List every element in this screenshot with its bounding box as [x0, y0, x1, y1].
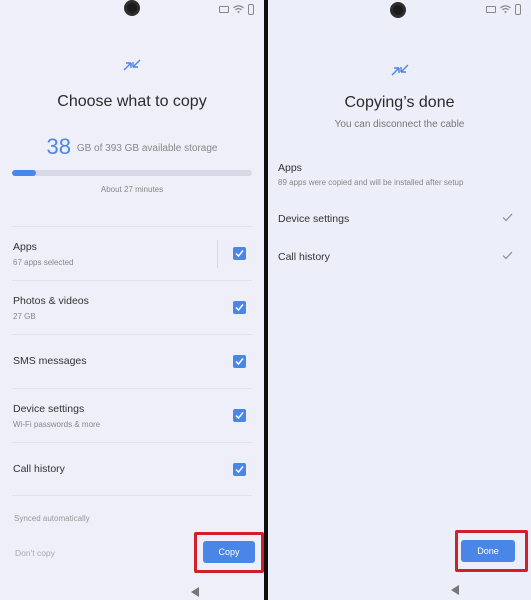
copied-label: Device settings: [278, 213, 350, 225]
page-title: Copying’s done: [344, 94, 455, 111]
dont-copy-button[interactable]: Don't copy: [15, 548, 55, 558]
checkbox-checked-icon[interactable]: [233, 355, 246, 368]
battery-icon: ​: [248, 4, 254, 15]
back-nav-icon[interactable]: [191, 587, 199, 597]
option-label: Call history: [13, 463, 65, 475]
copied-items-list: Apps 89 apps were copied and will be ins…: [278, 162, 518, 289]
transfer-arrows-icon: [123, 59, 141, 71]
option-label: Apps: [13, 241, 37, 253]
checkmark-icon: [502, 213, 513, 222]
front-camera-icon: [124, 0, 140, 16]
option-label: Photos & videos: [13, 295, 89, 307]
copied-row-apps: Apps 89 apps were copied and will be ins…: [278, 162, 518, 213]
copied-description: 89 apps were copied and will be installe…: [278, 178, 464, 187]
option-row-apps[interactable]: Apps 67 apps selected: [12, 226, 252, 280]
option-description: Wi-Fi passwords & more: [13, 420, 101, 429]
page-title: Choose what to copy: [57, 93, 207, 110]
option-description: 67 apps selected: [13, 258, 74, 267]
front-camera-icon: [390, 2, 406, 18]
option-row-call-history[interactable]: Call history: [12, 442, 252, 496]
option-label: Device settings: [13, 403, 85, 415]
checkbox-checked-icon[interactable]: [233, 463, 246, 476]
checkbox-checked-icon[interactable]: [233, 247, 246, 260]
copying-done-screen: ​ Copying’s done You can disconnect the …: [268, 0, 531, 600]
option-label: SMS messages: [13, 355, 87, 367]
copied-row-device-settings: Device settings: [278, 213, 518, 251]
storage-summary: 38 GB of 393 GB available storage: [0, 134, 264, 160]
copy-options-list: Apps 67 apps selected Photos & videos 27…: [12, 226, 252, 496]
screen-record-icon: [486, 6, 496, 13]
row-divider: [217, 240, 218, 268]
option-description: 27 GB: [13, 312, 36, 321]
copied-label: Apps: [278, 162, 302, 174]
back-nav-icon[interactable]: [451, 585, 459, 595]
choose-what-to-copy-screen: ​ Choose what to copy 38 GB of 393 GB av…: [0, 0, 264, 600]
option-row-sms-messages[interactable]: SMS messages: [12, 334, 252, 388]
wifi-icon: [500, 4, 511, 15]
option-row-device-settings[interactable]: Device settings Wi-Fi passwords & more: [12, 388, 252, 442]
screen-record-icon: [219, 6, 229, 13]
copied-row-call-history: Call history: [278, 251, 518, 289]
estimated-time: About 27 minutes: [100, 185, 164, 194]
copied-label: Call history: [278, 251, 330, 263]
done-button[interactable]: Done: [461, 540, 515, 562]
checkbox-checked-icon[interactable]: [233, 409, 246, 422]
transfer-arrows-icon: [391, 64, 408, 76]
copy-button[interactable]: Copy: [203, 541, 255, 563]
storage-progress-bar: [12, 170, 252, 176]
checkbox-checked-icon[interactable]: [233, 301, 246, 314]
status-bar-icons: ​: [219, 4, 254, 15]
status-bar-icons: ​: [486, 4, 521, 15]
page-subtitle: You can disconnect the cable: [334, 119, 465, 130]
storage-used-value: 38: [46, 134, 72, 159]
synced-note: Synced automatically: [14, 514, 90, 523]
battery-icon: ​: [515, 4, 521, 15]
storage-available-text: GB of 393 GB available storage: [76, 143, 218, 154]
checkmark-icon: [502, 251, 513, 260]
wifi-icon: [233, 4, 244, 15]
storage-progress-fill: [12, 170, 36, 176]
option-row-photos-videos[interactable]: Photos & videos 27 GB: [12, 280, 252, 334]
